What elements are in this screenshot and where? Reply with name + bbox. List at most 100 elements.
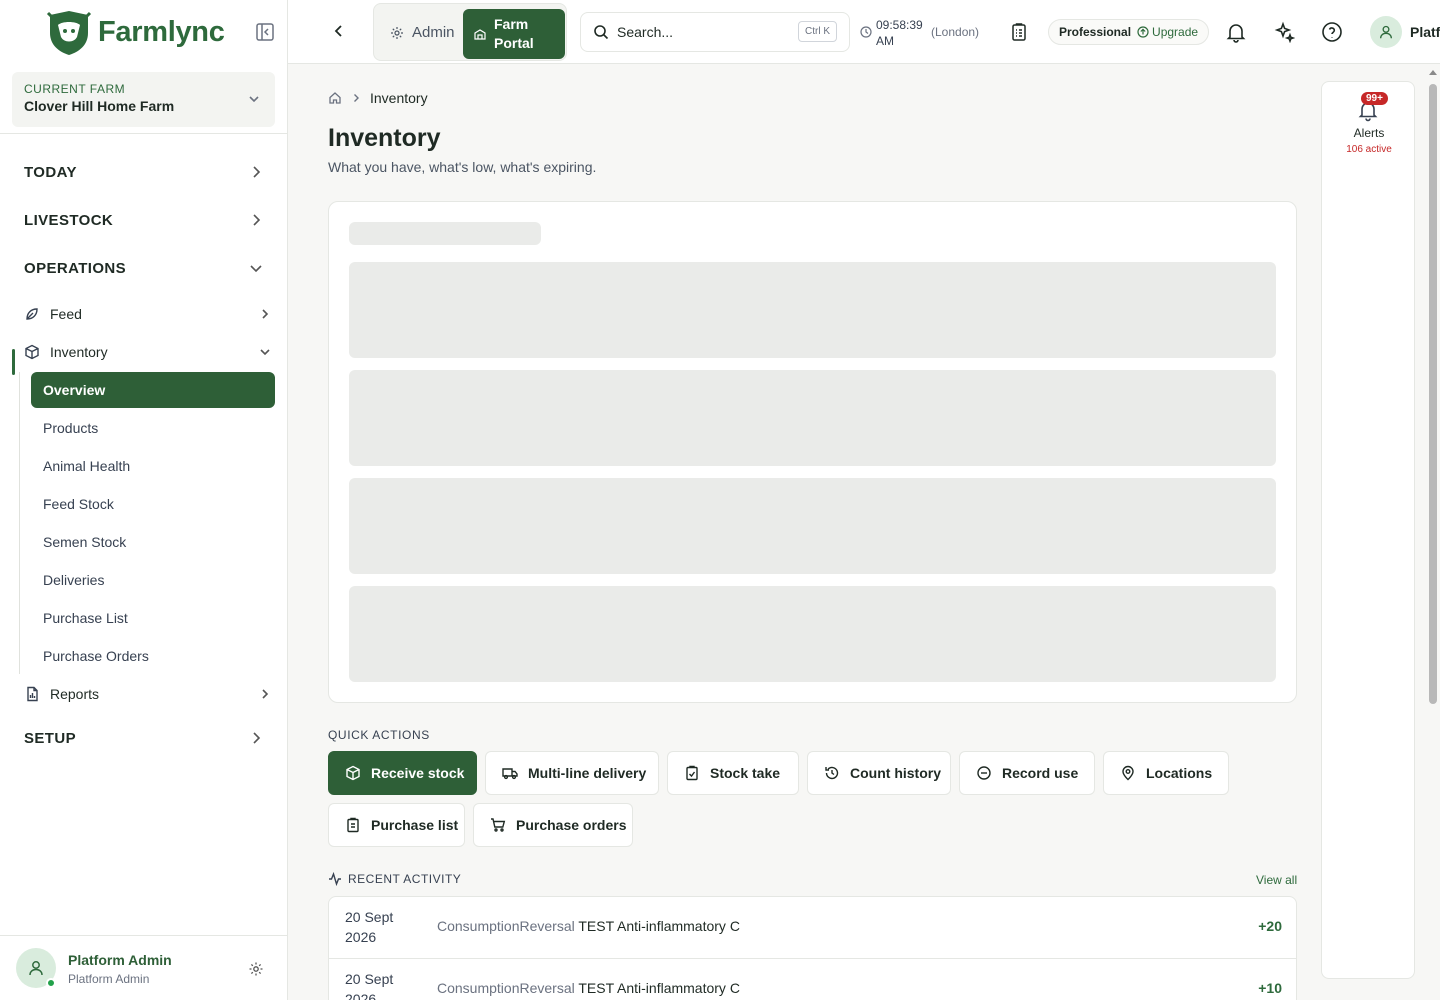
purchase-list-button[interactable]: Purchase list <box>328 803 465 847</box>
sub-item-products[interactable]: Products <box>31 410 275 446</box>
view-all-link[interactable]: View all <box>1256 873 1297 887</box>
multi-line-delivery-button[interactable]: Multi-line delivery <box>485 751 659 795</box>
activity-date: 20 Sept 2026 <box>345 971 394 1000</box>
chevron-right-icon <box>354 94 359 102</box>
shopping-cart-icon <box>491 818 506 832</box>
search-input[interactable]: Search... Ctrl K <box>580 12 850 52</box>
chevron-down-icon <box>249 96 259 103</box>
clipboard-list-icon <box>347 817 359 833</box>
collapse-sidebar-icon[interactable] <box>255 22 275 42</box>
button-label: Purchase list <box>371 817 459 833</box>
back-arrow-icon[interactable] <box>330 22 348 40</box>
activity-type: ConsumptionReversal <box>437 918 575 934</box>
alerts-panel[interactable]: 99+ Alerts 106 active <box>1321 81 1415 979</box>
nav-section-label: SETUP <box>24 729 77 747</box>
nav-item-feed[interactable]: Feed <box>24 302 272 326</box>
chevron-right-icon <box>262 689 269 699</box>
sub-item-feed-stock[interactable]: Feed Stock <box>31 486 275 522</box>
page-title: Inventory <box>328 124 441 152</box>
list-item[interactable]: 20 Sept 2026 ConsumptionReversal TEST An… <box>329 897 1296 958</box>
sparkles-icon[interactable] <box>1273 21 1295 43</box>
upgrade-label: Upgrade <box>1152 25 1199 39</box>
purchase-orders-button[interactable]: Purchase orders <box>473 803 633 847</box>
nav-section-livestock[interactable]: LIVESTOCK <box>24 208 264 232</box>
sub-item-deliveries[interactable]: Deliveries <box>31 562 275 598</box>
recent-activity-header: RECENT ACTIVITY <box>328 872 461 886</box>
skeleton-block <box>349 262 1276 358</box>
scroll-up-arrow[interactable] <box>1429 70 1437 75</box>
sub-item-purchase-orders[interactable]: Purchase Orders <box>31 638 275 674</box>
brand[interactable]: Farmlync <box>0 0 287 64</box>
sub-item-overview[interactable]: Overview <box>31 372 275 408</box>
search-placeholder: Search... <box>617 24 674 40</box>
gear-icon <box>391 26 403 39</box>
clock-time: 09:58:39 AM <box>876 18 923 48</box>
nav-section-operations[interactable]: OPERATIONS <box>24 256 264 280</box>
bell-icon[interactable] <box>1225 21 1247 43</box>
sub-item-animal-health[interactable]: Animal Health <box>31 448 275 484</box>
sub-item-purchase-list[interactable]: Purchase List <box>31 600 275 636</box>
nav-section-today[interactable]: TODAY <box>24 160 264 184</box>
stock-take-button[interactable]: Stock take <box>667 751 799 795</box>
button-label: Locations <box>1146 765 1213 781</box>
quick-actions-title: QUICK ACTIONS <box>328 728 430 742</box>
alerts-count: 106 active <box>1346 144 1392 155</box>
recent-activity-title: RECENT ACTIVITY <box>348 872 462 886</box>
user-role: Platform Admin <box>68 972 150 986</box>
portal-switcher: Admin Farm Portal <box>373 3 567 61</box>
truck-icon <box>502 768 518 780</box>
package-icon <box>25 344 39 360</box>
nav-section-label: TODAY <box>24 163 77 181</box>
admin-tab[interactable]: Admin <box>390 24 455 41</box>
sidebar-divider <box>0 133 287 134</box>
help-icon[interactable] <box>1321 21 1343 43</box>
scroll-thumb[interactable] <box>1429 84 1437 704</box>
page-subtitle: What you have, what's low, what's expiri… <box>328 159 597 175</box>
user-avatar[interactable] <box>1370 16 1402 48</box>
button-label: Multi-line delivery <box>528 765 647 781</box>
chevron-right-icon <box>253 732 261 744</box>
breadcrumb: Inventory <box>328 90 428 106</box>
top-bar: Admin Farm Portal Search... Ctrl K 09:58… <box>288 0 1440 64</box>
clock-icon <box>860 26 872 38</box>
user-menu-name[interactable]: Platf <box>1410 24 1440 40</box>
brand-name: Farmlync <box>98 15 225 48</box>
nav-item-label: Feed <box>50 306 82 322</box>
package-plus-icon <box>346 765 360 781</box>
sub-item-semen-stock[interactable]: Semen Stock <box>31 524 275 560</box>
user-icon <box>1380 25 1392 39</box>
clipboard-list-icon[interactable] <box>1009 22 1029 42</box>
farm-selector[interactable]: CURRENT FARM Clover Hill Home Farm <box>12 72 275 127</box>
button-label: Stock take <box>710 765 781 781</box>
home-icon[interactable] <box>328 91 342 105</box>
user-icon <box>29 961 43 976</box>
plan-badge[interactable]: Professional Upgrade <box>1048 19 1210 45</box>
button-label: Receive stock <box>371 765 465 781</box>
scrollbar[interactable] <box>1428 64 1438 1000</box>
chevron-right-icon <box>253 166 261 178</box>
locations-button[interactable]: Locations <box>1103 751 1229 795</box>
nav-item-reports[interactable]: Reports <box>24 682 272 706</box>
farm-portal-tab[interactable]: Farm Portal <box>463 9 565 59</box>
list-item[interactable]: 20 Sept 2026 ConsumptionReversal TEST An… <box>329 958 1296 1000</box>
activity-product: TEST Anti-inflammatory C <box>578 980 740 996</box>
search-shortcut: Ctrl K <box>798 21 837 42</box>
record-use-button[interactable]: Record use <box>959 751 1095 795</box>
gear-icon[interactable] <box>248 961 264 977</box>
activity-description: ConsumptionReversal TEST Anti-inflammato… <box>437 980 740 996</box>
chevron-down-icon <box>250 265 262 273</box>
alerts-label: Alerts <box>1353 126 1385 140</box>
nav-item-inventory[interactable]: Inventory <box>24 340 272 364</box>
submenu-guide <box>19 372 20 674</box>
count-history-button[interactable]: Count history <box>807 751 951 795</box>
upgrade-link[interactable]: Upgrade <box>1137 25 1198 39</box>
farm-name: Clover Hill Home Farm <box>24 98 175 114</box>
inventory-summary-card <box>328 201 1297 703</box>
chevron-right-icon <box>262 309 269 319</box>
active-indicator <box>12 349 15 375</box>
recent-activity-list: 20 Sept 2026 ConsumptionReversal TEST An… <box>328 896 1297 1000</box>
avatar[interactable] <box>16 948 56 988</box>
receive-stock-button[interactable]: Receive stock <box>328 751 477 795</box>
activity-icon <box>329 872 341 886</box>
nav-section-setup[interactable]: SETUP <box>24 726 264 750</box>
